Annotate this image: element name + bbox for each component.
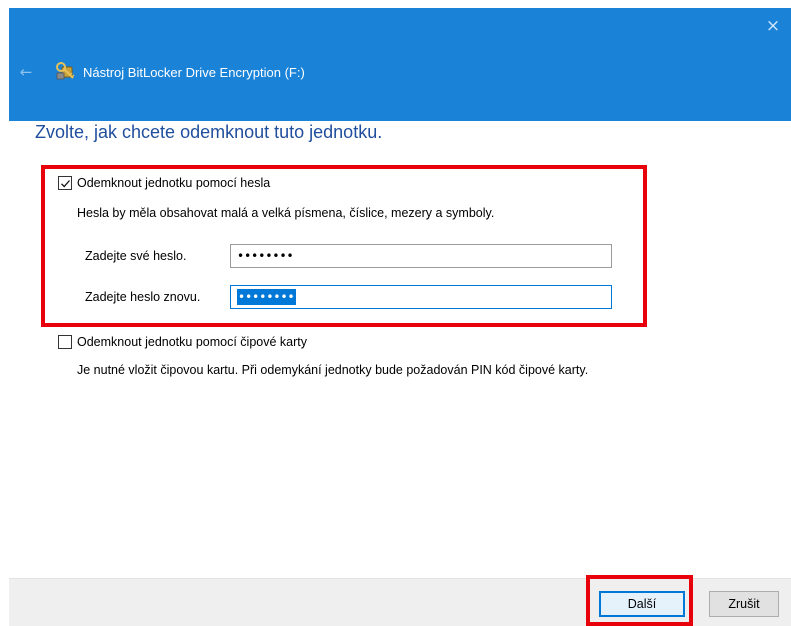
bitlocker-key-icon [53, 59, 79, 83]
back-button[interactable]: ← [15, 61, 37, 83]
smartcard-checkbox[interactable] [58, 335, 72, 349]
window-title: Nástroj BitLocker Drive Encryption (F:) [83, 65, 305, 80]
cancel-button[interactable]: Zrušit [709, 591, 779, 617]
next-button-highlight [586, 575, 693, 626]
page-heading: Zvolte, jak chcete odemknout tuto jednot… [35, 122, 383, 142]
close-icon: × [765, 16, 781, 36]
titlebar: × ← Nástroj BitLocker Drive Encryption (… [9, 8, 791, 121]
smartcard-option-row[interactable]: Odemknout jednotku pomocí čipové karty [58, 335, 307, 349]
smartcard-option-label: Odemknout jednotku pomocí čipové karty [77, 335, 307, 349]
arrow-left-icon: ← [19, 63, 33, 81]
smartcard-hint: Je nutné vložit čipovou kartu. Při odemy… [77, 363, 589, 377]
password-section-highlight [41, 165, 647, 327]
close-button[interactable]: × [755, 8, 791, 44]
